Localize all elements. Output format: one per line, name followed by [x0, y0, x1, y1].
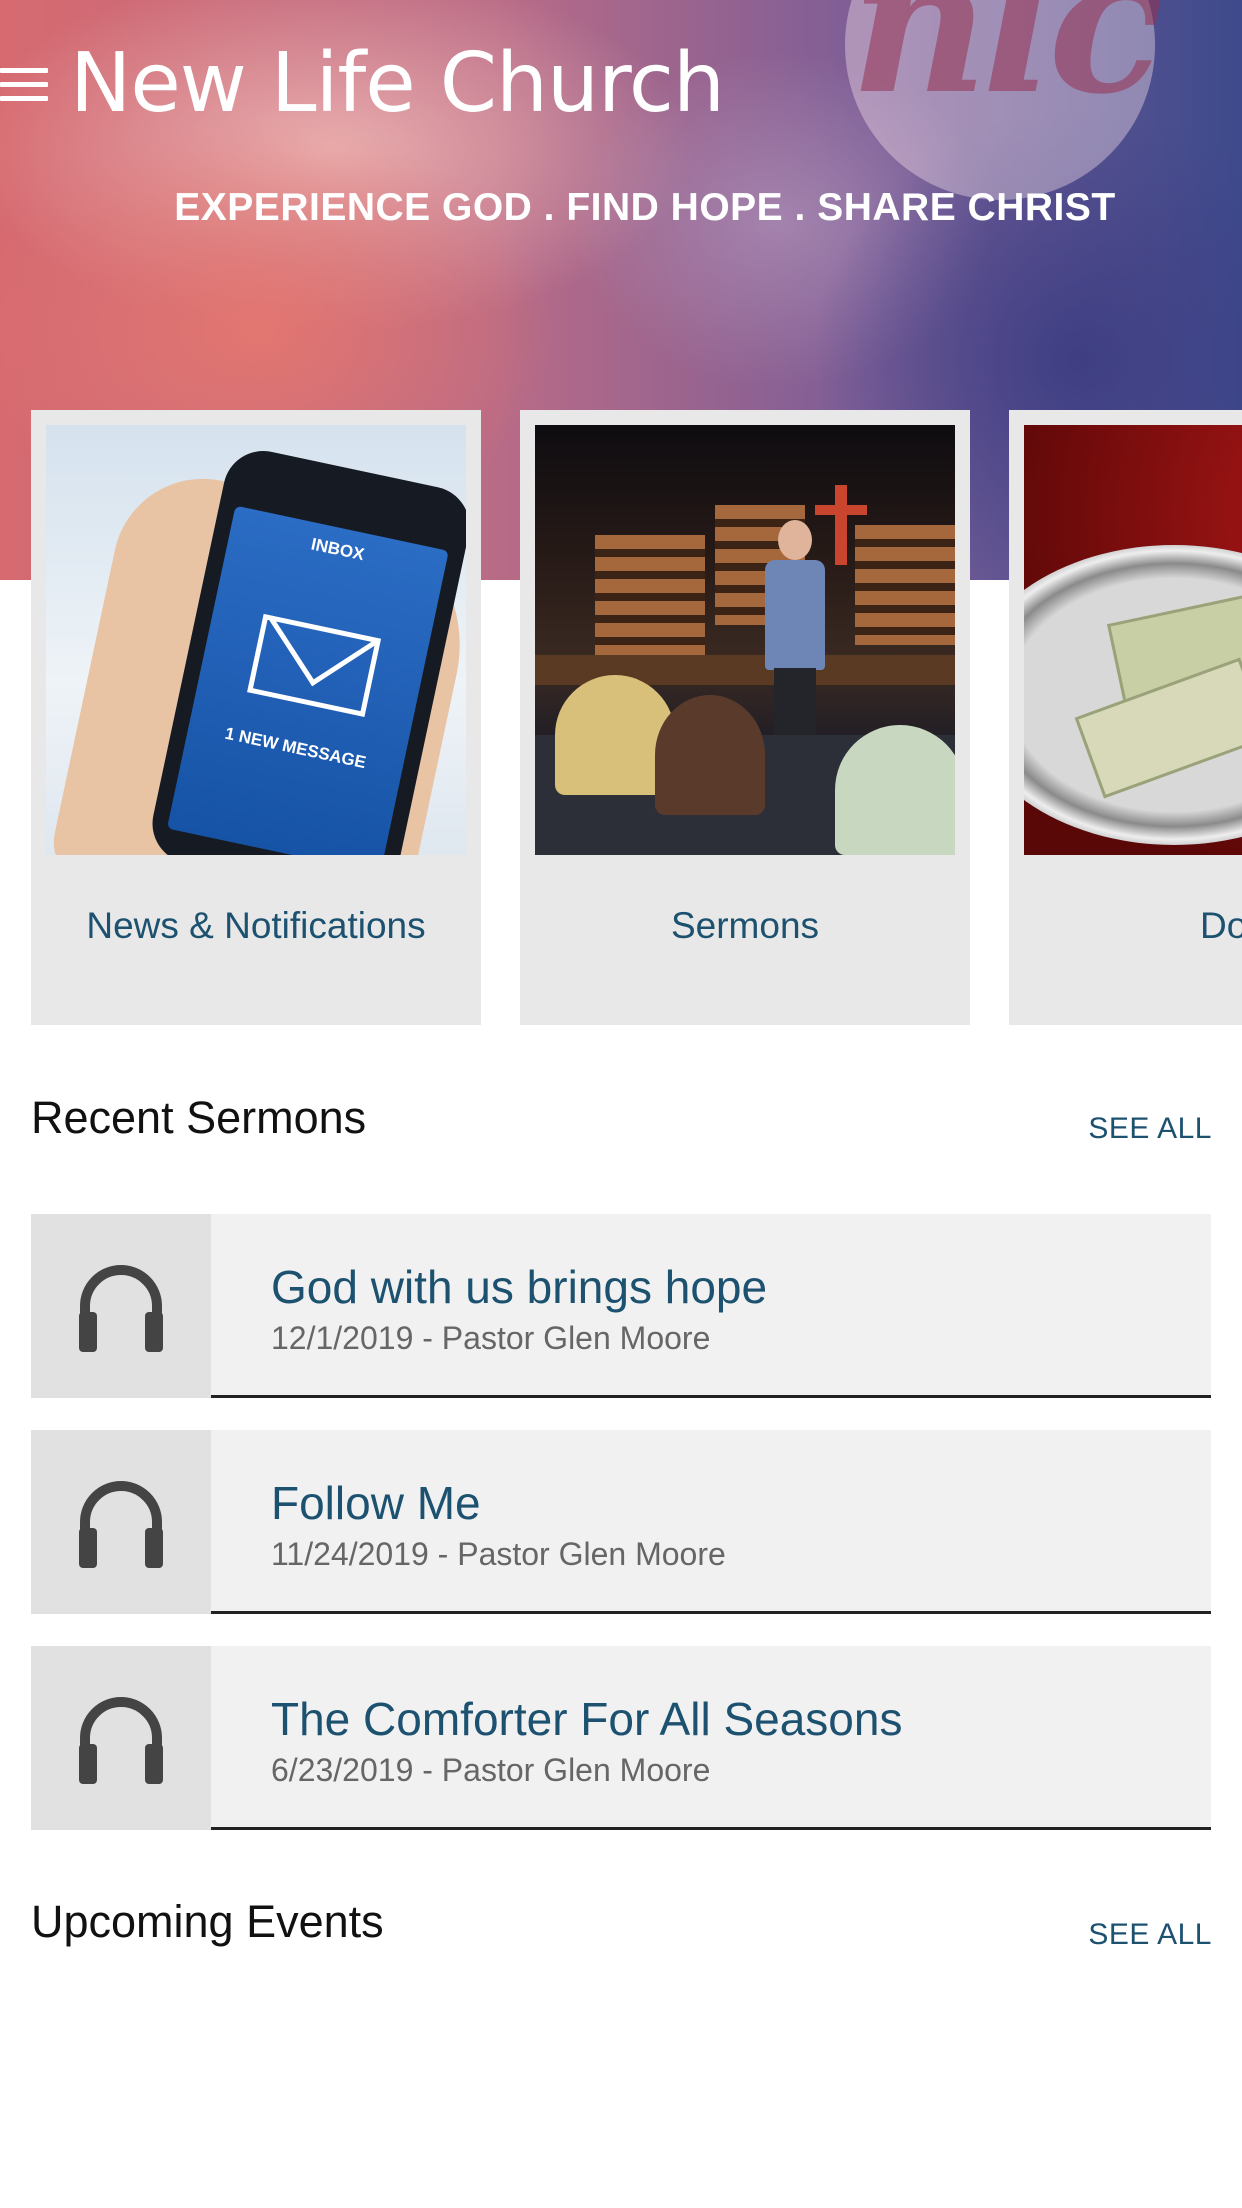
sermon-title: God with us brings hope	[271, 1261, 768, 1313]
sermon-list-item[interactable]: The Comforter For All Seasons 6/23/2019 …	[31, 1646, 1211, 1830]
sermon-text-box: Follow Me 11/24/2019 - Pastor Glen Moore	[211, 1430, 1211, 1614]
screen-inbox-label: INBOX	[309, 534, 367, 565]
sermon-stage-image	[535, 425, 955, 855]
headphones-icon	[79, 1697, 163, 1784]
tagline: EXPERIENCE GOD . FIND HOPE . SHARE CHRIS…	[174, 186, 1116, 229]
upcoming-events-see-all-link[interactable]: SEE ALL	[1088, 1918, 1212, 1952]
sermon-icon-box	[31, 1430, 211, 1614]
offering-plate-image	[1024, 425, 1242, 855]
sermon-subtitle: 11/24/2019 - Pastor Glen Moore	[271, 1536, 726, 1572]
hamburger-menu-icon[interactable]	[0, 68, 48, 102]
screen-message-label: 1 NEW MESSAGE	[223, 723, 368, 773]
sermon-subtitle: 12/1/2019 - Pastor Glen Moore	[271, 1320, 711, 1356]
recent-sermons-heading: Recent Sermons	[31, 1092, 367, 1143]
card-news-notifications[interactable]: INBOX 1 NEW MESSAGE News & Notifications	[31, 410, 481, 1025]
sermon-text-box: God with us brings hope 12/1/2019 - Past…	[211, 1214, 1211, 1398]
headphones-icon	[79, 1265, 163, 1352]
card-label: Sermons	[670, 905, 820, 946]
sermon-list-item[interactable]: God with us brings hope 12/1/2019 - Past…	[31, 1214, 1211, 1398]
sermon-icon-box	[31, 1646, 211, 1830]
sermon-icon-box	[31, 1214, 211, 1398]
sermon-subtitle: 6/23/2019 - Pastor Glen Moore	[271, 1752, 711, 1788]
card-sermons[interactable]: Sermons	[520, 410, 970, 1025]
headphones-icon	[79, 1481, 163, 1568]
sermon-list-item[interactable]: Follow Me 11/24/2019 - Pastor Glen Moore	[31, 1430, 1211, 1614]
recent-sermons-see-all-link[interactable]: SEE ALL	[1088, 1112, 1212, 1146]
sermon-text-box: The Comforter For All Seasons 6/23/2019 …	[211, 1646, 1211, 1830]
envelope-icon	[247, 613, 382, 718]
upcoming-events-heading: Upcoming Events	[31, 1896, 384, 1947]
church-logo: nlc	[850, 0, 1164, 136]
feature-cards-carousel[interactable]: INBOX 1 NEW MESSAGE News & Notifications…	[0, 410, 1242, 1026]
sermon-title: Follow Me	[271, 1477, 481, 1529]
app-title: New Life Church	[70, 36, 725, 131]
sermon-title: The Comforter For All Seasons	[271, 1693, 903, 1745]
card-label: Don	[1200, 905, 1242, 946]
card-label: News & Notifications	[86, 905, 426, 946]
phone-inbox-image: INBOX 1 NEW MESSAGE	[46, 425, 466, 855]
card-donate[interactable]: Don	[1009, 410, 1242, 1025]
